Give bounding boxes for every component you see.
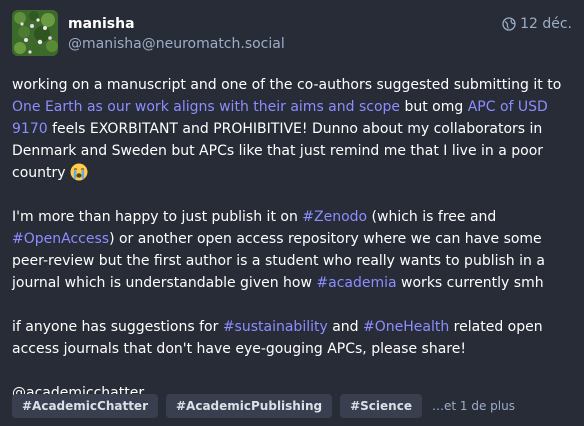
text: (which is free and (367, 209, 497, 225)
hashtag-academia[interactable]: #academia (316, 275, 396, 291)
hashtag-chip-academicpublishing[interactable]: #AcademicPublishing (166, 394, 333, 418)
display-name[interactable]: manisha (68, 14, 502, 34)
status-content: working on a manuscript and one of the c… (12, 74, 572, 404)
hashtag-onehealth[interactable]: #OneHealth (363, 319, 449, 335)
avatar[interactable] (12, 10, 58, 56)
hashtag-openaccess[interactable]: #OpenAccess (12, 231, 109, 247)
text: but omg (400, 99, 468, 115)
paragraph-3: if anyone has suggestions for #sustainab… (12, 316, 572, 360)
crying-face-emoji-icon (70, 163, 88, 181)
paragraph-2: I'm more than happy to just publish it o… (12, 206, 572, 294)
globe-icon (502, 17, 516, 31)
more-hashtags-link[interactable]: …et 1 de plus (432, 399, 515, 413)
text: works currently smh (396, 275, 544, 291)
text: and (327, 319, 364, 335)
account-handle[interactable]: @manisha@neuromatch.social (68, 34, 502, 54)
hashtag-sustainability[interactable]: #sustainability (223, 319, 328, 335)
hashtag-chip-science[interactable]: #Science (340, 394, 422, 418)
post-date[interactable]: 12 déc. (520, 16, 572, 32)
text: feels EXORBITANT and PROHIBITIVE! Dunno … (12, 121, 544, 181)
paragraph-1: working on a manuscript and one of the c… (12, 74, 572, 184)
hashtag-zenodo[interactable]: #Zenodo (302, 209, 367, 225)
text: if anyone has suggestions for (12, 319, 223, 335)
text: I'm more than happy to just publish it o… (12, 209, 303, 225)
hashtag-bar: #AcademicChatter #AcademicPublishing #Sc… (12, 394, 515, 418)
status-post: manisha @manisha@neuromatch.social 12 dé… (0, 0, 584, 426)
post-meta[interactable]: 12 déc. (502, 16, 572, 32)
author-block[interactable]: manisha @manisha@neuromatch.social (68, 14, 502, 54)
one-earth-link[interactable]: One Earth as our work aligns with their … (12, 99, 400, 115)
hashtag-chip-academicchatter[interactable]: #AcademicChatter (12, 394, 158, 418)
status-header: manisha @manisha@neuromatch.social 12 dé… (12, 10, 572, 60)
text: working on a manuscript and one of the c… (12, 77, 562, 93)
plant-photo-avatar-icon (12, 10, 58, 56)
